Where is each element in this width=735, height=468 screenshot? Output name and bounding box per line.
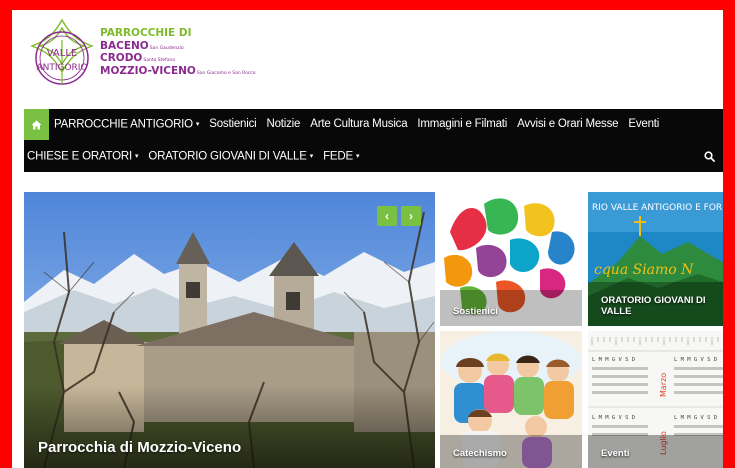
tile-label: Catechismo xyxy=(453,448,507,460)
tile-label: Sostienici xyxy=(453,306,498,318)
logo-line-baceno: BACENOSan Gaudenzio xyxy=(100,39,256,52)
tile-script-text: cqua Siamo N xyxy=(594,262,694,278)
parish-name: CRODO xyxy=(100,52,143,64)
tile-catechismo[interactable]: Catechismo xyxy=(440,331,582,468)
nav-item-chiese[interactable]: CHIESE E ORATORI ▾ xyxy=(24,141,143,172)
page: VALLE ANTIGORIO PARROCCHIE DI BACENOSan … xyxy=(12,10,723,468)
nav-label: FEDE xyxy=(323,150,353,163)
slide-image xyxy=(24,192,435,468)
logo-line-crodo: CRODOSanto Stefano xyxy=(100,53,256,64)
chevron-down-icon: ▾ xyxy=(195,121,200,128)
nav-row-2: CHIESE E ORATORI ▾ ORATORIO GIOVANI DI VA… xyxy=(24,141,723,172)
tile-banner-text: RIO VALLE ANTIGORIO E FOR xyxy=(592,203,722,213)
tile-label: ORATORIO GIOVANI DI VALLE xyxy=(601,295,706,318)
slider-prev-button[interactable]: ‹ xyxy=(377,206,397,226)
parish-name: BACENO xyxy=(100,39,149,52)
nav-label: ORATORIO GIOVANI DI VALLE xyxy=(148,150,307,163)
nav-item-eventi[interactable]: Eventi xyxy=(623,109,664,140)
slider-next-button[interactable]: › xyxy=(401,206,421,226)
search-button[interactable] xyxy=(704,141,715,172)
tile-sostienici[interactable]: Sostienici xyxy=(440,192,582,326)
parish-name: MOZZIO-VICENO xyxy=(100,64,196,77)
parish-saints: Santo Stefano xyxy=(143,58,176,63)
nav-item-notizie[interactable]: Notizie xyxy=(261,109,305,140)
calendar-days-row: L M M G V S D xyxy=(674,415,717,421)
logo-title: PARROCCHIE DI xyxy=(100,27,192,39)
parish-saints: San Gaudenzio xyxy=(149,45,184,51)
logo-emblem-top: VALLE xyxy=(47,48,78,59)
calendar-month: Marzo xyxy=(659,373,668,397)
tile-eventi[interactable]: L M M G V S D L M M G V S D L M M G V S … xyxy=(588,331,723,468)
logo-text: PARROCCHIE DI BACENOSan Gaudenzio CRODOS… xyxy=(100,28,256,76)
logo-emblem: VALLE ANTIGORIO xyxy=(30,18,94,85)
chevron-down-icon: ▾ xyxy=(135,153,139,160)
chevron-down-icon: ▾ xyxy=(309,153,314,160)
search-icon xyxy=(704,151,715,162)
parish-saints: San Giacomo e San Rocco xyxy=(196,70,256,76)
home-icon xyxy=(31,120,42,129)
nav-label: CHIESE E ORATORI xyxy=(27,150,133,163)
nav-item-sostienici[interactable]: Sostienici xyxy=(204,109,261,140)
nav-item-oratorio[interactable]: ORATORIO GIOVANI DI VALLE ▾ xyxy=(143,141,318,172)
calendar-days-row: L M M G V S D xyxy=(674,357,717,363)
nav-item-immagini[interactable]: Immagini e Filmati xyxy=(412,109,512,140)
slide-caption[interactable]: Parrocchia di Mozzio-Viceno xyxy=(38,439,241,456)
nav-item-fede[interactable]: FEDE ▾ xyxy=(318,141,364,172)
nav-item-parrocchie[interactable]: PARROCCHIE ANTIGORIO ▾ xyxy=(49,109,204,140)
logo-line-mozzio: MOZZIO-VICENOSan Giacomo e San Rocco xyxy=(100,64,256,77)
tile-label: Eventi xyxy=(601,448,630,460)
nav-item-avvisi[interactable]: Avvisi e Orari Messe xyxy=(512,109,623,140)
calendar-days-row: L M M G V S D xyxy=(592,357,635,363)
featured-slider[interactable]: ‹ › Parrocchia di Mozzio-Viceno xyxy=(24,192,435,468)
nav-row-1: PARROCCHIE ANTIGORIO ▾ Sostienici Notizie… xyxy=(24,109,664,140)
main-nav: PARROCCHIE ANTIGORIO ▾ Sostienici Notizie… xyxy=(24,109,723,172)
chevron-down-icon: ▾ xyxy=(355,153,360,160)
nav-label: PARROCCHIE ANTIGORIO xyxy=(54,118,193,131)
nav-item-arte[interactable]: Arte Cultura Musica xyxy=(305,109,412,140)
logo-emblem-bottom: ANTIGORIO xyxy=(36,63,87,73)
calendar-days-row: L M M G V S D xyxy=(592,415,635,421)
site-logo[interactable]: VALLE ANTIGORIO PARROCCHIE DI BACENOSan … xyxy=(24,14,264,100)
slider-controls: ‹ › xyxy=(377,206,421,226)
home-button[interactable] xyxy=(24,109,49,140)
tile-oratorio[interactable]: RIO VALLE ANTIGORIO E FOR cqua Siamo N O… xyxy=(588,192,723,326)
